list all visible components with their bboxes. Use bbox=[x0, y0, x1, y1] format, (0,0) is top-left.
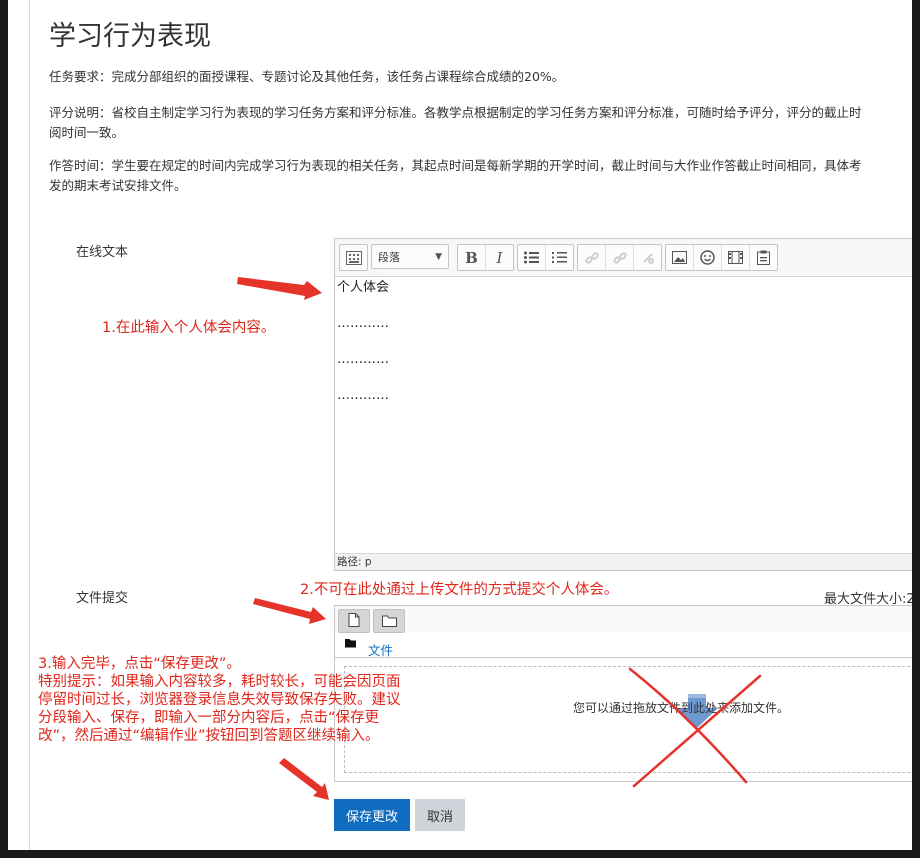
editor-content[interactable]: 个人体会 ………… ………… ………… bbox=[337, 279, 389, 423]
toolbar-group-lists bbox=[517, 244, 574, 271]
chevron-down-icon: ▼ bbox=[435, 251, 442, 262]
online-text-label: 在线文本 bbox=[76, 245, 129, 260]
grading-description-line1: 评分说明：省校自主制定学习行为表现的学习任务方案和评分标准。各教学点根据制定的学… bbox=[49, 105, 862, 120]
arrow-to-file-buttons bbox=[253, 598, 326, 624]
left-divider bbox=[29, 0, 30, 850]
arrow-to-save-button bbox=[279, 758, 329, 800]
editor-path-bar: 路径: p bbox=[335, 553, 912, 570]
menu-toggle-icon[interactable] bbox=[340, 245, 367, 270]
add-file-icon bbox=[348, 612, 360, 631]
online-text-editor[interactable]: 段落 ▼ B I 个人体会 ………… ………… ………… 路径: p bbox=[334, 238, 912, 571]
page-frame: 学习行为表现 任务要求：完成分部组织的面授课程、专题讨论及其他任务，该任务占课程… bbox=[8, 0, 912, 850]
emoji-icon[interactable] bbox=[693, 245, 721, 270]
bold-icon[interactable]: B bbox=[458, 245, 485, 270]
content-line: ………… bbox=[337, 388, 389, 403]
toolbar-group-insert bbox=[665, 244, 778, 271]
editor-toolbar: 段落 ▼ B I bbox=[335, 239, 912, 277]
answer-time-line1: 作答时间：学生要在规定的时间内完成学习行为表现的相关任务，其起点时间是每新学期的… bbox=[49, 158, 862, 173]
annotation-note-2: 2.不可在此处通过上传文件的方式提交个人体会。 bbox=[300, 582, 619, 598]
link-icon[interactable] bbox=[578, 245, 605, 270]
page-title: 学习行为表现 bbox=[49, 21, 211, 52]
anchor-icon[interactable] bbox=[633, 245, 661, 270]
content-line: 个人体会 bbox=[337, 280, 390, 295]
file-picker-toolbar bbox=[335, 606, 912, 633]
add-file-button[interactable] bbox=[338, 609, 370, 633]
task-requirement: 任务要求：完成分部组织的面授课程、专题讨论及其他任务，该任务占课程综合成绩的20… bbox=[49, 69, 565, 84]
content-line: ………… bbox=[337, 316, 389, 331]
file-submission-label: 文件提交 bbox=[76, 591, 129, 606]
create-folder-icon bbox=[381, 612, 397, 631]
unlink-icon[interactable] bbox=[605, 245, 633, 270]
image-icon[interactable] bbox=[666, 245, 693, 270]
toolbar-group-links bbox=[577, 244, 662, 271]
annotation-note-1: 1.在此输入个人体会内容。 bbox=[102, 320, 276, 336]
annotation-note-3: 3.输入完毕，点击“保存更改”。 特别提示：如果输入内容较多，耗时较长，可能会因… bbox=[38, 656, 401, 744]
create-folder-button[interactable] bbox=[373, 609, 405, 633]
answer-time-line2: 发的期末考试安排文件。 bbox=[49, 178, 187, 193]
grading-description-line2: 阅时间一致。 bbox=[49, 125, 125, 140]
save-button[interactable]: 保存更改 bbox=[334, 799, 410, 831]
toolbar-group-format: B I bbox=[457, 244, 514, 271]
media-icon[interactable] bbox=[721, 245, 749, 270]
file-picker: 文件 您可以通过拖放文件到此处来添加文件。 bbox=[334, 605, 912, 782]
paragraph-select[interactable]: 段落 ▼ bbox=[371, 244, 449, 269]
ordered-list-icon[interactable] bbox=[545, 245, 573, 270]
paste-icon[interactable] bbox=[749, 245, 777, 270]
paragraph-select-value: 段落 bbox=[378, 250, 400, 264]
arrow-to-editor bbox=[237, 277, 322, 300]
italic-icon[interactable]: I bbox=[485, 245, 513, 270]
toolbar-group-toggle bbox=[339, 244, 368, 271]
file-picker-path: 文件 bbox=[335, 633, 912, 658]
drop-hint: 您可以通过拖放文件到此处来添加文件。 bbox=[573, 701, 790, 715]
unordered-list-icon[interactable] bbox=[518, 245, 545, 270]
folder-icon bbox=[345, 636, 357, 651]
cancel-button[interactable]: 取消 bbox=[415, 799, 465, 831]
file-drop-zone[interactable] bbox=[344, 666, 912, 773]
content-line: ………… bbox=[337, 352, 389, 367]
